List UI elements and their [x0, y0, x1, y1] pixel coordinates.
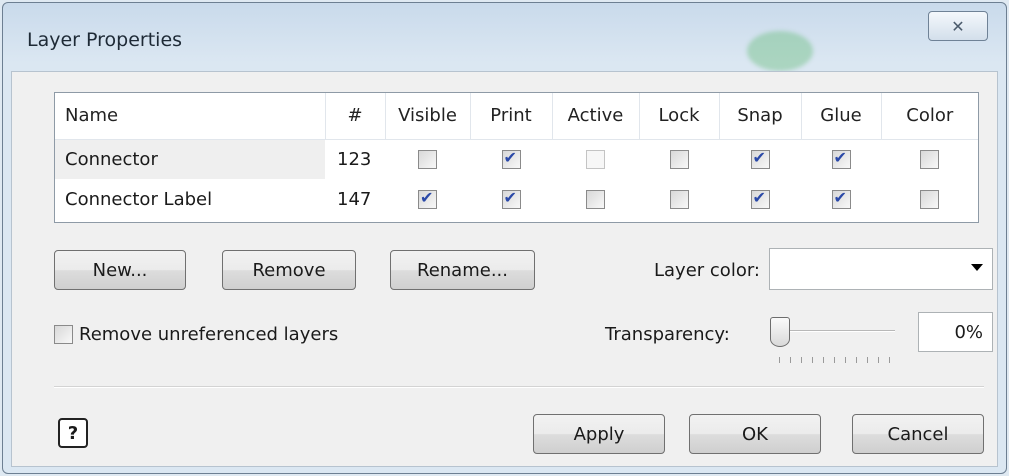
layer-properties-dialog: Layer Properties ✕ Name # Visible Print …: [2, 2, 1007, 474]
column-header-count[interactable]: #: [325, 93, 386, 140]
cell-color: [881, 139, 978, 179]
background-blob: [747, 31, 813, 71]
cancel-button[interactable]: Cancel: [852, 414, 984, 454]
cell-lock: [639, 139, 719, 179]
active-checkbox[interactable]: [586, 190, 605, 209]
column-header-lock[interactable]: Lock: [639, 93, 720, 140]
remove-unreferenced-checkbox[interactable]: [54, 325, 73, 344]
cell-snap: [719, 179, 801, 219]
glue-checkbox[interactable]: [831, 148, 851, 170]
layer-color-dropdown[interactable]: [769, 248, 993, 290]
rename-button[interactable]: Rename...: [390, 250, 535, 290]
snap-checkbox[interactable]: [750, 148, 770, 170]
table-row[interactable]: Connector Label 147: [55, 179, 978, 219]
print-checkbox[interactable]: [501, 188, 521, 209]
table-row[interactable]: Connector 123: [55, 139, 978, 179]
new-button[interactable]: New...: [54, 250, 186, 290]
cell-lock: [639, 179, 719, 219]
layers-table: Name # Visible Print Active Lock Snap Gl…: [54, 92, 979, 223]
glue-checkbox[interactable]: [831, 188, 851, 209]
dialog-client-area: Name # Visible Print Active Lock Snap Gl…: [11, 71, 998, 467]
transparency-slider-thumb[interactable]: [770, 317, 790, 347]
cell-active: [552, 139, 639, 179]
cell-glue: [801, 139, 881, 179]
transparency-label: Transparency:: [605, 324, 730, 345]
layer-name-cell[interactable]: Connector Label: [55, 179, 325, 219]
active-checkbox[interactable]: [586, 150, 605, 170]
layer-count-cell: 147: [337, 188, 372, 210]
close-button[interactable]: ✕: [928, 11, 988, 41]
column-header-name[interactable]: Name: [55, 93, 326, 140]
visible-checkbox[interactable]: [418, 150, 437, 170]
cell-color: [881, 179, 978, 219]
print-checkbox[interactable]: [501, 148, 521, 170]
lock-checkbox[interactable]: [669, 190, 689, 209]
remove-unreferenced-option[interactable]: Remove unreferenced layers: [54, 324, 338, 345]
color-checkbox[interactable]: [920, 190, 939, 209]
cell-glue: [801, 179, 881, 219]
cell-visible: [385, 139, 470, 179]
ok-button[interactable]: OK: [689, 414, 821, 454]
close-icon: ✕: [951, 16, 965, 36]
column-header-print[interactable]: Print: [470, 93, 553, 140]
transparency-slider-track[interactable]: [780, 330, 895, 332]
visible-checkbox[interactable]: [418, 188, 437, 209]
layer-color-label: Layer color:: [654, 260, 760, 281]
transparency-slider-ticks: [779, 357, 897, 363]
table-header-row: Name # Visible Print Active Lock Snap Gl…: [55, 93, 978, 140]
lock-checkbox[interactable]: [669, 150, 689, 170]
layer-count-cell: 123: [337, 148, 372, 170]
column-header-glue[interactable]: Glue: [801, 93, 882, 140]
help-icon[interactable]: ?: [58, 418, 88, 448]
cell-print: [470, 179, 552, 219]
cell-active: [552, 179, 639, 219]
column-header-visible[interactable]: Visible: [385, 93, 471, 140]
divider: [54, 386, 984, 388]
layer-name-cell[interactable]: Connector: [55, 139, 325, 179]
column-header-snap[interactable]: Snap: [719, 93, 802, 140]
apply-button[interactable]: Apply: [533, 414, 665, 454]
color-checkbox[interactable]: [920, 150, 939, 170]
column-header-active[interactable]: Active: [552, 93, 640, 140]
column-header-color[interactable]: Color: [881, 93, 978, 140]
snap-checkbox[interactable]: [750, 188, 770, 209]
remove-unreferenced-label: Remove unreferenced layers: [79, 324, 339, 345]
chevron-down-icon: [971, 264, 983, 271]
remove-button[interactable]: Remove: [222, 250, 356, 290]
cell-visible: [385, 179, 470, 219]
transparency-value-field[interactable]: 0%: [918, 312, 993, 352]
cell-print: [470, 139, 552, 179]
dialog-title: Layer Properties: [27, 29, 183, 51]
cell-snap: [719, 139, 801, 179]
